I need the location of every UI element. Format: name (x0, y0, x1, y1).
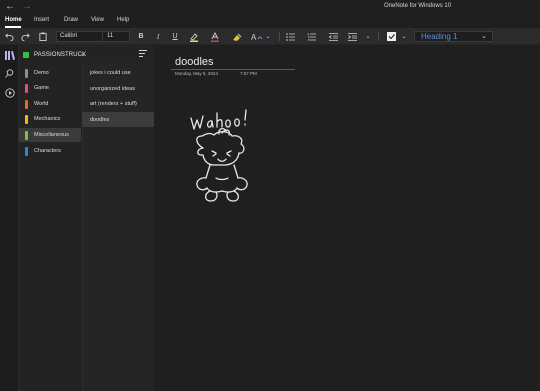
undo-icon[interactable] (4, 30, 15, 43)
tab-home[interactable]: Home (5, 17, 22, 23)
section-color-tab (25, 84, 28, 93)
font-name-box[interactable]: Calibri (56, 31, 104, 42)
page-label: jokes i could use (90, 70, 131, 76)
section-color-tab (25, 147, 28, 156)
tab-insert[interactable]: Insert (34, 17, 49, 23)
title-underline (171, 69, 295, 70)
bullet-list-icon[interactable] (285, 30, 296, 43)
increase-indent-icon[interactable] (347, 30, 358, 43)
section-color-tab (25, 69, 28, 78)
sort-icon[interactable] (139, 50, 147, 59)
tab-help[interactable]: Help (117, 17, 129, 23)
notebook-name: PASSIONSTRUCK (34, 52, 87, 58)
section-label: Mechanics (34, 116, 61, 122)
app-title: OneNote for Windows 10 (384, 3, 452, 9)
chevron-down-icon: ⌄ (481, 33, 487, 40)
section-label: Characters (34, 148, 61, 154)
ribbon-toolbar: Calibri 11 B I U A ⌄ ⌄ ⌄ Heading 1 ⌄ (0, 28, 540, 45)
decrease-indent-icon[interactable] (328, 30, 339, 43)
todo-checkbox-icon[interactable] (385, 30, 397, 43)
section-label: World (34, 101, 49, 107)
page-label: doodles (90, 117, 110, 123)
page-canvas[interactable] (154, 45, 540, 391)
chevron-down-icon[interactable]: ⌄ (264, 30, 272, 43)
numbered-list-icon[interactable] (306, 30, 317, 43)
svg-text:A: A (251, 33, 257, 42)
clear-formatting-icon[interactable] (231, 30, 243, 43)
navigation-rail (0, 45, 19, 391)
style-value: Heading 1 (421, 32, 458, 41)
search-icon[interactable] (3, 67, 16, 80)
font-color-icon[interactable] (209, 30, 221, 43)
toolbar-divider (279, 32, 280, 41)
notebook-color-swatch (23, 52, 29, 58)
tab-draw[interactable]: Draw (64, 17, 78, 23)
section-item-mechanics[interactable]: Mechanics (19, 112, 81, 126)
page-item-art[interactable]: art (renders + stuff) (82, 96, 154, 111)
page-date: Monday, May 6, 2024 (175, 71, 218, 76)
redo-icon[interactable] (20, 30, 31, 43)
tab-view[interactable]: View (91, 17, 104, 23)
clipboard-icon[interactable] (37, 30, 48, 43)
section-label: Game (34, 85, 49, 91)
section-color-tab (25, 115, 28, 124)
bold-button[interactable]: B (136, 30, 146, 43)
italic-button[interactable]: I (153, 30, 163, 43)
page-item-unorganized-ideas[interactable]: unorganized ideas (82, 81, 154, 96)
back-arrow-icon[interactable]: ← (5, 1, 15, 13)
section-item-world[interactable]: World (19, 97, 81, 111)
section-item-game[interactable]: Game (19, 81, 81, 95)
page-label: art (renders + stuff) (90, 101, 137, 107)
page-item-doodles[interactable]: doodles (82, 112, 154, 127)
section-label: Miscellaneous (34, 132, 69, 138)
toolbar-divider (378, 32, 379, 41)
font-size-box[interactable]: 11 (102, 31, 130, 42)
chevron-down-icon[interactable]: ⌄ (364, 30, 372, 43)
page-title[interactable]: doodles (175, 56, 214, 68)
page-time: 7:57 PM (240, 71, 257, 76)
section-item-demo[interactable]: Demo (19, 66, 81, 80)
notebook-header[interactable]: PASSIONSTRUCK ⌄ (19, 45, 154, 63)
chevron-down-icon[interactable]: ⌄ (400, 30, 408, 43)
page-label: unorganized ideas (90, 86, 135, 92)
section-label: Demo (34, 70, 49, 76)
underline-button[interactable]: U (170, 30, 180, 43)
highlighter-icon[interactable] (188, 30, 200, 43)
recent-notes-icon[interactable] (3, 86, 16, 99)
title-bar: ← → OneNote for Windows 10 (0, 0, 540, 14)
forward-arrow-icon[interactable]: → (22, 1, 32, 13)
section-color-tab (25, 100, 28, 109)
ink-doodle[interactable] (186, 106, 272, 218)
chevron-down-icon: ⌄ (80, 51, 86, 58)
page-item-jokes[interactable]: jokes i could use (82, 65, 154, 80)
notebooks-icon[interactable] (3, 49, 16, 62)
section-item-miscellaneous[interactable]: Miscellaneous (19, 128, 81, 142)
text-effects-icon[interactable]: A (250, 30, 263, 43)
ribbon-tabs: Home Insert Draw View Help (0, 14, 540, 28)
section-item-characters[interactable]: Characters (19, 144, 81, 158)
section-color-tab (25, 131, 28, 140)
style-dropdown[interactable]: Heading 1 ⌄ (414, 31, 493, 42)
